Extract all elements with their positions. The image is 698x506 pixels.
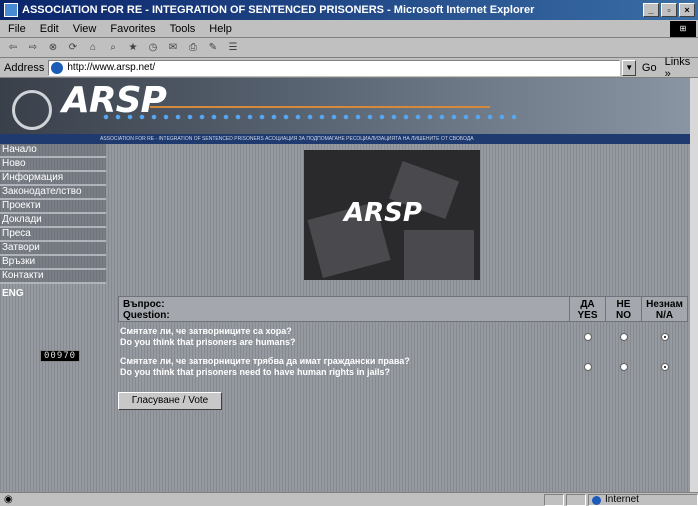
status-cell	[544, 493, 564, 506]
question-2-bg: Смятате ли, че затворниците трябва да им…	[120, 356, 410, 366]
sidebar-nav: Начало Ново Информация Законодателство П…	[0, 144, 106, 302]
ie-icon	[4, 3, 18, 17]
site-banner: ARSP	[0, 78, 690, 134]
banner-orange-line	[150, 106, 490, 108]
banner-circle-graphic	[12, 90, 52, 130]
col-yes-bg: ДА	[580, 299, 595, 310]
web-page: ARSP ASSOCIATION FOR RE - INTEGRATION OF…	[0, 78, 690, 492]
vote-button[interactable]: Гласуване / Vote	[118, 392, 222, 410]
address-bar: Address http://www.arsp.net/ ▼ Go Links …	[0, 56, 698, 80]
col-yes-en: YES	[577, 310, 598, 321]
stop-icon[interactable]: ⊗	[46, 41, 60, 55]
col-no-en: NO	[616, 310, 631, 321]
maximize-button[interactable]: ▫	[661, 3, 677, 17]
nav-info[interactable]: Информация	[0, 172, 106, 186]
back-icon[interactable]: ⇦	[6, 41, 20, 55]
q1-na-radio[interactable]	[661, 333, 669, 341]
address-label: Address	[4, 61, 45, 74]
col-na-en: N/A	[655, 310, 674, 321]
menu-edit[interactable]: Edit	[40, 23, 59, 35]
discuss-icon[interactable]: ☰	[226, 41, 240, 55]
menu-bar: File Edit View Favorites Tools Help ⊞	[0, 20, 698, 38]
windows-logo-icon: ⊞	[670, 21, 696, 37]
menu-file[interactable]: File	[8, 23, 26, 35]
question-2-en: Do you think that prisoners need to have…	[120, 367, 391, 377]
menu-view[interactable]: View	[73, 23, 97, 35]
col-na-bg: Незнам	[646, 299, 683, 310]
q2-yes-radio[interactable]	[584, 363, 592, 371]
menu-tools[interactable]: Tools	[170, 23, 196, 35]
window-title: ASSOCIATION FOR RE - INTEGRATION OF SENT…	[22, 4, 535, 16]
hero-image: ARSP	[304, 150, 480, 280]
address-input[interactable]: http://www.arsp.net/	[48, 59, 621, 76]
chevron-down-icon[interactable]: ▼	[622, 59, 636, 76]
edit-icon[interactable]: ✎	[206, 41, 220, 55]
page-icon	[51, 61, 64, 74]
address-url: http://www.arsp.net/	[67, 61, 156, 73]
close-button[interactable]: ×	[679, 3, 695, 17]
history-icon[interactable]: ◷	[146, 41, 160, 55]
status-cell	[566, 493, 586, 506]
search-icon[interactable]: ⌕	[106, 41, 120, 55]
status-page-icon: ◉	[4, 494, 13, 505]
favorites-icon[interactable]: ★	[126, 41, 140, 55]
visit-counter: 00970	[40, 350, 81, 362]
poll-header: Въпрос: Question: ДА YES НЕ NO Незнам N/…	[118, 296, 688, 322]
poll-header-bg: Въпрос:	[123, 299, 165, 310]
nav-news[interactable]: Ново	[0, 158, 106, 172]
nav-legislation[interactable]: Законодателство	[0, 186, 106, 200]
hero-logo-text: ARSP	[344, 198, 422, 228]
menu-help[interactable]: Help	[209, 23, 232, 35]
home-icon[interactable]: ⌂	[86, 41, 100, 55]
poll-header-en: Question:	[123, 310, 170, 321]
nav-projects[interactable]: Проекти	[0, 200, 106, 214]
nav-home[interactable]: Начало	[0, 144, 106, 158]
question-1-en: Do you think that prisoners are humans?	[120, 337, 296, 347]
poll-table: Въпрос: Question: ДА YES НЕ NO Незнам N/…	[118, 296, 688, 382]
col-no-bg: НЕ	[616, 299, 631, 310]
links-button[interactable]: Links »	[665, 56, 698, 80]
nav-reports[interactable]: Доклади	[0, 214, 106, 228]
window-title-bar: ASSOCIATION FOR RE - INTEGRATION OF SENT…	[0, 0, 698, 20]
nav-contacts[interactable]: Контакти	[0, 270, 106, 284]
browser-toolbar: ⇦ ⇨ ⊗ ⟳ ⌂ ⌕ ★ ◷ ✉ ⎙ ✎ ☰	[0, 38, 698, 58]
nav-press[interactable]: Преса	[0, 228, 106, 242]
go-button[interactable]: Go	[642, 62, 657, 74]
status-bar: ◉ Internet	[0, 492, 698, 506]
lang-switch-eng[interactable]: ENG	[0, 288, 106, 302]
menu-favorites[interactable]: Favorites	[110, 23, 155, 35]
nav-prisons[interactable]: Затвори	[0, 242, 106, 256]
q1-yes-radio[interactable]	[584, 333, 592, 341]
refresh-icon[interactable]: ⟳	[66, 41, 80, 55]
nav-links[interactable]: Връзки	[0, 256, 106, 270]
vertical-scrollbar[interactable]	[690, 78, 698, 492]
mail-icon[interactable]: ✉	[166, 41, 180, 55]
poll-question-row: Смятате ли, че затворниците са хора? Do …	[118, 322, 688, 352]
print-icon[interactable]: ⎙	[186, 41, 200, 55]
poll-question-row: Смятате ли, че затворниците трябва да им…	[118, 352, 688, 382]
q2-na-radio[interactable]	[661, 363, 669, 371]
banner-dots	[100, 114, 520, 120]
q2-no-radio[interactable]	[620, 363, 628, 371]
security-zone: Internet	[588, 493, 698, 506]
forward-icon[interactable]: ⇨	[26, 41, 40, 55]
minimize-button[interactable]: _	[643, 3, 659, 17]
question-1-bg: Смятате ли, че затворниците са хора?	[120, 326, 292, 336]
q1-no-radio[interactable]	[620, 333, 628, 341]
site-tagline: ASSOCIATION FOR RE - INTEGRATION OF SENT…	[0, 134, 690, 144]
